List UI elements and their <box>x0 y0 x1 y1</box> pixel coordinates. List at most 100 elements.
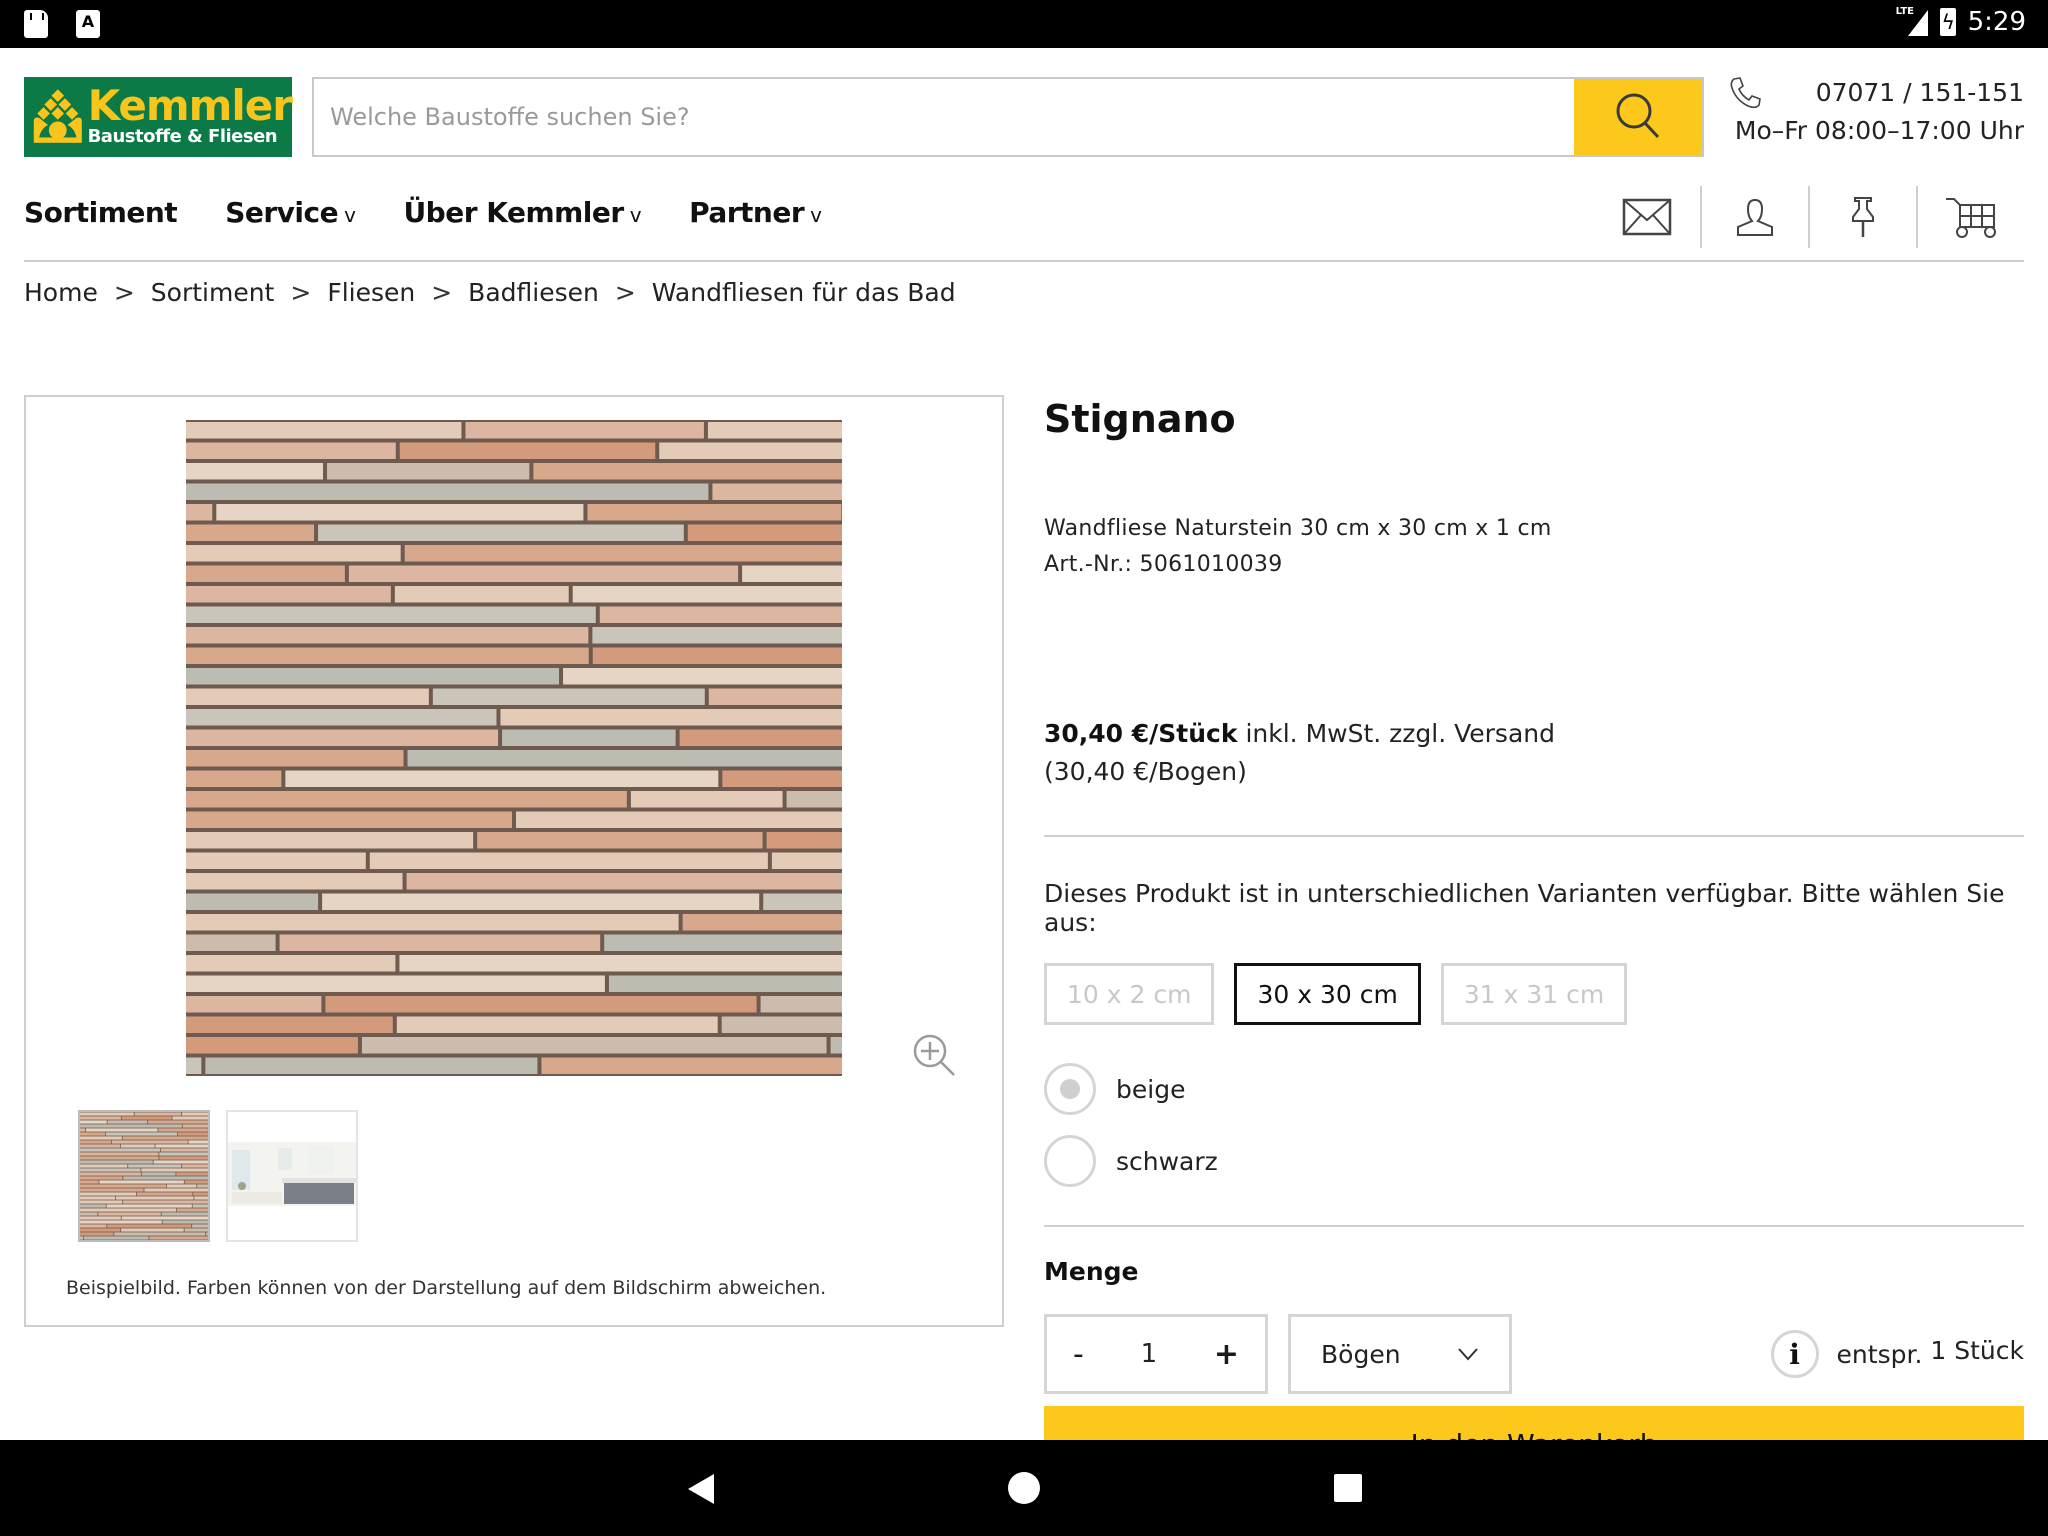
search-button[interactable] <box>1574 79 1702 155</box>
tile-strip <box>123 1176 208 1180</box>
unit-select[interactable]: Bögen <box>1288 1314 1512 1394</box>
radio-button[interactable] <box>1044 1063 1096 1115</box>
breadcrumb-badfliesen[interactable]: Badfliesen <box>468 278 599 307</box>
radio-button[interactable] <box>1044 1135 1096 1187</box>
size-option-31x31[interactable]: 31 x 31 cm <box>1440 963 1628 1025</box>
tile-strip <box>155 1144 208 1148</box>
tile-strip <box>107 1224 192 1228</box>
product-main-image[interactable] <box>186 420 842 1076</box>
signal-icon: LTE <box>1896 6 1928 38</box>
decrement-button[interactable]: - <box>1073 1337 1084 1372</box>
tile-strip <box>80 1208 177 1212</box>
tile-strip <box>186 811 513 828</box>
tile-strip <box>186 688 429 705</box>
cart-button[interactable] <box>1918 186 2024 248</box>
nav-service[interactable]: Service v <box>225 196 356 229</box>
tile-strip <box>186 996 322 1013</box>
tile-strip <box>587 504 842 521</box>
pin-icon <box>1852 197 1874 237</box>
tile-strip <box>136 1192 193 1196</box>
tile-strip <box>186 504 213 521</box>
size-option-10x2[interactable]: 10 x 2 cm <box>1044 963 1215 1025</box>
account-button[interactable] <box>1702 186 1808 248</box>
breadcrumb: Home > Sortiment > Fliesen > Badfliesen … <box>24 278 956 307</box>
tile-strip <box>186 1037 358 1054</box>
tile-strip <box>186 770 282 787</box>
product-title: Stignano <box>1044 397 1236 441</box>
tile-strip <box>80 1224 107 1228</box>
equivalent-value: 1 Stück <box>1930 1335 2024 1365</box>
tile-strip <box>197 1184 208 1188</box>
breadcrumb-wandfliesen[interactable]: Wandfliesen für das Bad <box>652 278 956 307</box>
tile-strip <box>80 1228 121 1232</box>
tile-strip <box>80 1212 98 1216</box>
article-number: Art.-Nr.: 5061010039 <box>1044 552 1283 577</box>
tile-strip <box>399 442 656 459</box>
home-icon[interactable] <box>1008 1472 1040 1504</box>
tile-strip <box>186 606 596 623</box>
contact-mail-button[interactable] <box>1594 186 1700 248</box>
search-input[interactable] <box>314 79 1574 155</box>
product-gallery: Beispielbild. Farben können von der Dars… <box>24 395 1004 1327</box>
phone-number[interactable]: 07071 / 151-151 <box>1816 74 2024 112</box>
logo-tagline: Baustoffe & Fliesen <box>87 126 278 147</box>
breadcrumb-separator: > <box>614 278 636 307</box>
thumbnail-tile[interactable] <box>78 1110 210 1242</box>
nav-sortiment[interactable]: Sortiment <box>24 196 178 229</box>
a-notification-icon: A <box>76 10 100 38</box>
tile-strip <box>186 586 391 603</box>
divider <box>1044 1225 2024 1227</box>
thumbnail-bathroom[interactable] <box>226 1110 358 1242</box>
breadcrumb-sortiment[interactable]: Sortiment <box>151 278 275 307</box>
quantity-input[interactable] <box>1118 1339 1179 1369</box>
info-icon[interactable]: i <box>1770 1330 1819 1378</box>
tile-strip <box>80 1236 83 1240</box>
tile-strip <box>502 729 676 746</box>
tile-strip <box>205 1232 208 1236</box>
tile-strip <box>121 1216 208 1220</box>
clock: 5:29 <box>1967 7 2026 37</box>
tile-strip <box>80 1132 105 1136</box>
recent-apps-icon[interactable] <box>1334 1474 1362 1502</box>
breadcrumb-home[interactable]: Home <box>24 278 98 307</box>
kemmler-logo[interactable]: Kemmler Baustoffe & Fliesen <box>24 77 293 157</box>
tile-mosaic-image <box>186 420 842 1076</box>
cart-icon <box>1946 198 1996 238</box>
color-option-schwarz[interactable]: schwarz <box>1044 1135 2024 1187</box>
watchlist-button[interactable] <box>1810 186 1916 248</box>
phone-icon <box>1730 77 1761 109</box>
breadcrumb-fliesen[interactable]: Fliesen <box>327 278 415 307</box>
color-option-beige[interactable]: beige <box>1044 1063 2024 1115</box>
tile-strip <box>194 1196 208 1200</box>
tile-strip <box>160 1148 208 1152</box>
tile-strip <box>141 1172 176 1176</box>
unit-equivalent: i entspr. 1 Stück <box>1770 1330 2024 1378</box>
size-option-30x30[interactable]: 30 x 30 cm <box>1234 963 1421 1025</box>
back-icon[interactable] <box>686 1472 716 1506</box>
tile-strip <box>285 770 719 787</box>
tile-strip <box>186 893 319 910</box>
tile-strip <box>186 565 345 582</box>
tile-strip <box>712 483 842 500</box>
nav-ueber-kemmler[interactable]: Über Kemmler v <box>403 196 641 229</box>
status-bar: A LTE 5:29 <box>0 0 2048 48</box>
tile-strip <box>114 1232 205 1236</box>
tile-strip <box>760 996 842 1013</box>
tile-strip <box>184 1180 208 1184</box>
tile-strip <box>121 1116 172 1120</box>
nav-partner[interactable]: Partner v <box>689 196 822 229</box>
quantity-stepper: - + <box>1044 1314 1268 1394</box>
tile-strip <box>404 545 842 562</box>
chevron-down-icon <box>1458 1348 1478 1361</box>
increment-button[interactable]: + <box>1214 1337 1239 1372</box>
tile-strip <box>181 1112 208 1116</box>
tile-strip <box>80 1196 116 1200</box>
price-block: 30,40 €/Stück inkl. MwSt. zzgl. Versand … <box>1044 715 2024 791</box>
tile-strip <box>80 1184 167 1188</box>
tile-strip <box>80 1128 86 1132</box>
product-description: Wandfliese Naturstein 30 cm x 30 cm x 1 … <box>1044 516 1552 541</box>
tile-strip <box>763 893 842 910</box>
tile-strip <box>80 1216 121 1220</box>
zoom-in-icon[interactable] <box>910 1031 960 1081</box>
price-main: 30,40 €/Stück <box>1044 719 1238 748</box>
